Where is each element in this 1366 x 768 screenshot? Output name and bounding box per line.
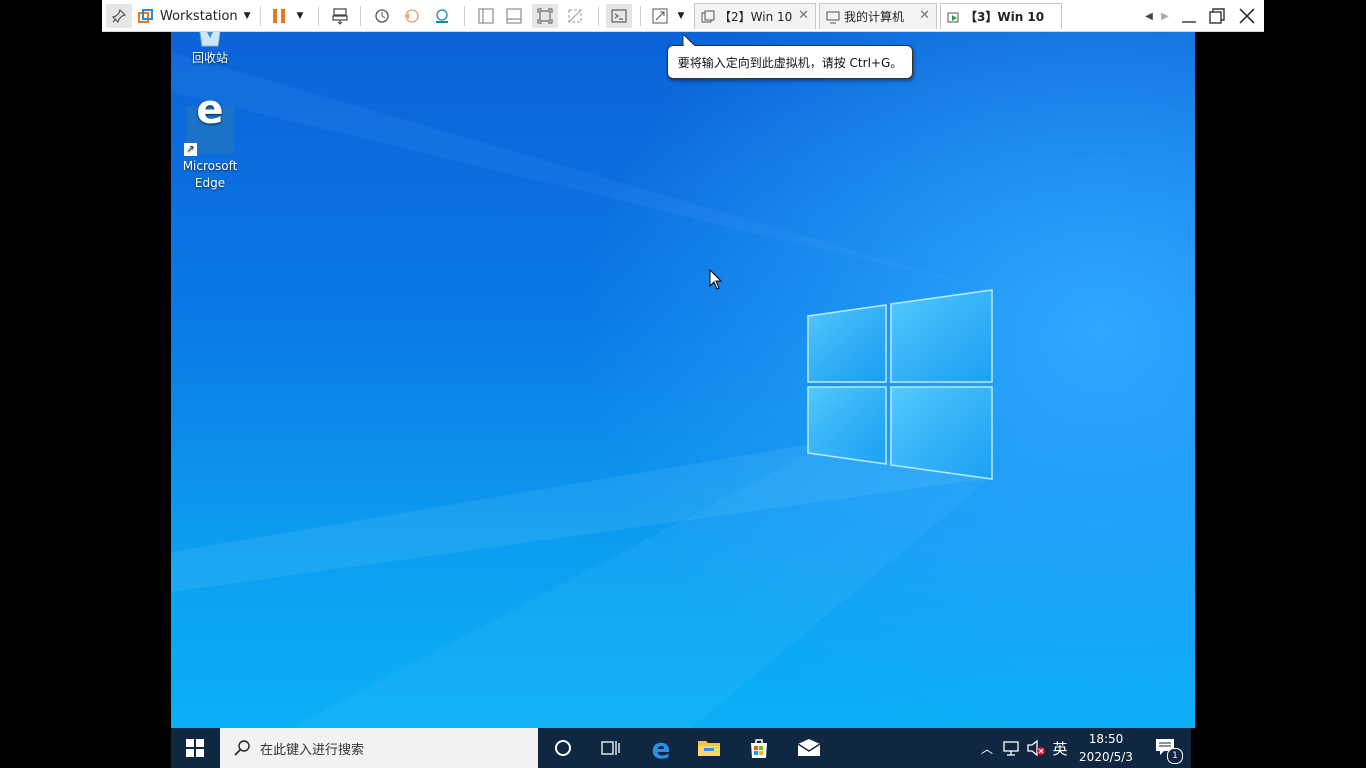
search-placeholder: 在此键入进行搜索 xyxy=(260,742,365,758)
send-keys-icon[interactable] xyxy=(328,4,352,28)
windows-start-icon xyxy=(186,739,204,757)
pause-icon[interactable] xyxy=(268,4,290,28)
tooltip-pointer xyxy=(682,34,696,46)
task-view-icon xyxy=(601,741,620,755)
shortcut-arrow-icon: ↗ xyxy=(184,143,197,156)
mouse-cursor-icon xyxy=(709,269,723,290)
start-button[interactable] xyxy=(171,728,219,768)
power-dropdown-icon[interactable]: ▼ xyxy=(292,4,308,28)
full-screen-icon[interactable] xyxy=(532,4,558,28)
tab-win10-2[interactable]: 【2】Win 10 ✕ xyxy=(694,3,816,29)
mail-icon xyxy=(797,739,821,756)
edge-shortcut[interactable]: e ↗ Microsoft Edge xyxy=(175,90,245,192)
close-tab-icon[interactable]: ✕ xyxy=(798,8,809,23)
taskbar-edge-button[interactable]: e xyxy=(637,728,685,768)
volume-muted-icon[interactable] xyxy=(1023,728,1049,768)
ime-indicator[interactable]: 英 xyxy=(1049,728,1071,768)
minimize-icon[interactable] xyxy=(1176,4,1202,28)
taskbar: 在此键入进行搜索 e ︿ 英 18:50 2020/5/3 1 xyxy=(171,728,1191,768)
tab-my-computer[interactable]: 我的计算机 ✕ xyxy=(819,3,937,29)
close-window-icon[interactable] xyxy=(1234,4,1260,28)
cortana-icon xyxy=(555,740,571,756)
thumbnail-view-icon[interactable] xyxy=(502,4,526,28)
snapshot-icon[interactable] xyxy=(370,4,394,28)
revert-snapshot-icon[interactable] xyxy=(400,4,424,28)
notification-count-badge: 1 xyxy=(1167,748,1183,764)
tab-win10-3[interactable]: 【3】Win 10 ✕ xyxy=(940,3,1062,29)
pin-icon[interactable] xyxy=(106,4,132,28)
divider xyxy=(598,6,599,26)
recycle-bin-icon xyxy=(199,32,221,47)
vm-running-icon xyxy=(947,12,959,22)
taskbar-explorer-button[interactable] xyxy=(685,728,733,768)
file-explorer-icon xyxy=(698,741,720,756)
workstation-label: Workstation xyxy=(160,8,238,24)
computer-icon xyxy=(826,11,840,23)
task-view-button[interactable] xyxy=(587,728,635,768)
divider xyxy=(640,6,641,26)
taskbar-store-button[interactable] xyxy=(735,728,783,768)
divider xyxy=(260,6,261,26)
tab-scroll-right-icon[interactable]: ▶ xyxy=(1158,4,1172,28)
desktop-icon-label: Microsoft Edge xyxy=(182,159,238,190)
cortana-button[interactable] xyxy=(539,728,587,768)
clock-date: 2020/5/3 xyxy=(1079,750,1133,764)
input-redirect-tooltip: 要将输入定向到此虚拟机，请按 Ctrl+G。 xyxy=(667,45,913,79)
vm-icon xyxy=(701,10,715,22)
chevron-down-icon: ▼ xyxy=(243,11,251,21)
show-hidden-icons-chevron-icon[interactable]: ︿ xyxy=(977,728,997,768)
desktop-icon-label: 回收站 xyxy=(191,51,228,65)
taskbar-mail-button[interactable] xyxy=(785,728,833,768)
stretch-dropdown-icon[interactable]: ▼ xyxy=(674,4,688,28)
tab-scroll-left-icon[interactable]: ◀ xyxy=(1142,4,1156,28)
action-center-button[interactable]: 1 xyxy=(1149,728,1183,768)
divider xyxy=(464,6,465,26)
taskbar-search-box[interactable]: 在此键入进行搜索 xyxy=(220,728,538,768)
network-icon[interactable] xyxy=(999,728,1023,768)
divider xyxy=(360,6,361,26)
edge-icon: e ↗ xyxy=(184,90,234,156)
restore-icon[interactable] xyxy=(1204,4,1230,28)
tooltip-text: 要将输入定向到此虚拟机，请按 Ctrl+G。 xyxy=(677,55,903,70)
sidebar-view-icon[interactable] xyxy=(474,4,498,28)
workstation-menu[interactable]: Workstation ▼ xyxy=(160,4,252,28)
vmware-logo-icon xyxy=(134,4,156,28)
tab-label: 【3】Win 10 xyxy=(965,10,1045,24)
console-view-icon[interactable] xyxy=(606,4,632,28)
divider xyxy=(318,6,319,26)
stretch-icon[interactable] xyxy=(648,4,672,28)
search-icon xyxy=(234,740,250,756)
store-icon xyxy=(751,739,767,758)
vm-desktop[interactable]: 回收站 e ↗ Microsoft Edge xyxy=(171,32,1195,728)
unity-icon[interactable] xyxy=(562,4,588,28)
close-tab-icon[interactable]: ✕ xyxy=(919,8,930,23)
snapshot-manager-icon[interactable] xyxy=(430,4,454,28)
recycle-bin-shortcut[interactable]: 回收站 xyxy=(175,32,245,67)
tab-label: 【2】Win 10 xyxy=(719,10,793,24)
taskbar-clock[interactable]: 18:50 2020/5/3 xyxy=(1071,728,1141,768)
clock-time: 18:50 xyxy=(1088,732,1124,746)
vm-toolbar: Workstation ▼ ▼ ▼ 【2】Win 10 ✕ 我的计算机 ✕ 【3… xyxy=(102,0,1264,32)
edge-icon: e xyxy=(651,731,671,765)
windows-logo-wallpaper xyxy=(171,52,993,728)
tab-label: 我的计算机 xyxy=(844,10,905,24)
